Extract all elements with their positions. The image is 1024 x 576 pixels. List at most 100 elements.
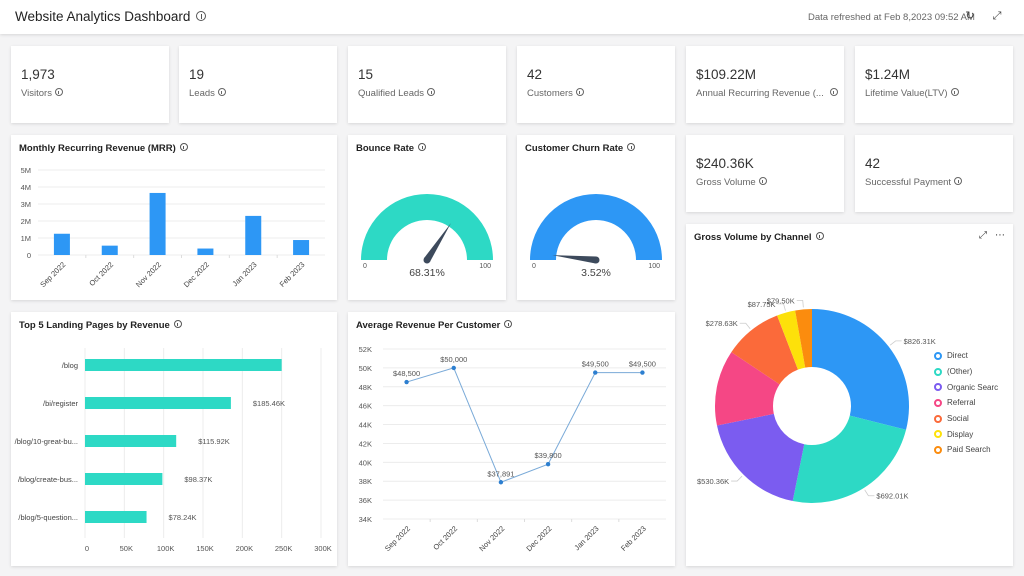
bounce-rate-card: Bounce Rate 0 100 68.31% (348, 135, 506, 300)
x-tick-label: Oct 2022 (431, 524, 459, 552)
arpc-line-chart: 34K 36K 38K 40K 42K 44K 46K 48K 50K 52K $48,500 Sep… (359, 345, 666, 553)
bar (85, 397, 231, 409)
legend-marker-icon (934, 383, 942, 392)
legend-marker-icon (934, 430, 942, 439)
data-label: $37,891 (487, 469, 514, 478)
x-tick-label: Feb 2023 (619, 524, 648, 553)
donut-slice (716, 413, 805, 502)
label-connector (739, 322, 751, 329)
legend-item[interactable]: Display (934, 426, 998, 442)
kpi-card-successful-payment[interactable]: 42 Successful Payment (855, 135, 1013, 212)
bar (101, 245, 118, 255)
x-tick-label: Sep 2022 (383, 524, 412, 553)
label-connector (864, 489, 875, 497)
data-point (640, 370, 645, 375)
legend-item[interactable]: Referral (934, 395, 998, 411)
donut-slice (812, 309, 909, 430)
gauge-arc (530, 194, 662, 260)
info-icon[interactable] (217, 88, 226, 97)
mrr-bar-chart: 0 1M 2M 3M 4M 5M Sep 2022 Oct 2022 Nov 2022 Dec 2… (21, 166, 325, 289)
data-label: $530.36K (697, 477, 729, 486)
data-label: $49,500 (582, 360, 609, 369)
data-label: $278.63K (706, 319, 738, 328)
gauge-max-label: 100 (648, 263, 660, 270)
kpi-value: 42 (527, 67, 543, 82)
bar (293, 240, 310, 255)
x-tick-label: 0 (85, 544, 89, 553)
kpi-label: Successful Payment (865, 177, 963, 188)
info-icon[interactable] (54, 88, 63, 97)
y-tick-label: /bi/register (43, 399, 79, 408)
x-tick-label: Sep 2022 (38, 260, 67, 289)
y-tick-label: 46K (359, 402, 372, 411)
dashboard-title: Website Analytics Dashboard (15, 9, 207, 24)
y-tick-label: /blog/10-great-bu... (15, 437, 78, 446)
legend-label: Display (947, 429, 974, 439)
x-tick-label: Feb 2023 (278, 260, 307, 289)
kpi-card-qualified-leads[interactable]: 15 Qualified Leads (348, 46, 506, 123)
gauge-needle-hub (592, 256, 600, 264)
bar (245, 215, 262, 255)
donut-slice (792, 415, 907, 503)
gauge-min-label: 0 (532, 263, 536, 270)
refresh-icon[interactable]: ↻ (963, 9, 977, 23)
kpi-card-leads[interactable]: 19 Leads (179, 46, 337, 123)
info-icon[interactable] (950, 88, 959, 97)
info-icon[interactable] (829, 88, 838, 97)
legend-marker-icon (934, 398, 942, 407)
y-tick-label: 1M (21, 234, 31, 243)
gauge-needle (552, 255, 597, 264)
legend-label: Paid Search (947, 445, 991, 455)
y-tick-label: 50K (359, 364, 372, 373)
legend-marker-icon (934, 445, 942, 454)
legend-item[interactable]: Organic Searc (934, 379, 998, 395)
collapse-icon[interactable]: ⤢ (990, 9, 1004, 23)
x-tick-label: 150K (196, 544, 214, 553)
info-icon[interactable] (954, 177, 963, 186)
kpi-label: Annual Recurring Revenue (... (696, 88, 838, 99)
info-icon[interactable] (196, 10, 207, 21)
bar (85, 473, 163, 485)
kpi-value: 19 (189, 67, 205, 82)
data-label: $185.46K (253, 399, 285, 408)
legend-item[interactable]: Paid Search (934, 442, 998, 458)
legend-item[interactable]: (Other) (934, 364, 998, 380)
landing-pages-card: Top 5 Landing Pages by Revenue 0 50K 100K 1… (11, 312, 337, 566)
y-tick-label: 38K (359, 477, 372, 486)
x-tick-label: Jan 2023 (572, 524, 600, 552)
label-connector (731, 475, 743, 482)
gauge-needle (424, 223, 451, 262)
top-bar: Website Analytics Dashboard Data refresh… (0, 0, 1024, 34)
y-tick-label: /blog/5-question... (18, 513, 78, 522)
landing-pages-bar-chart: 0 50K 100K 150K 200K 250K 300K/blog/bi/registe… (15, 348, 332, 553)
x-tick-label: Nov 2022 (477, 524, 506, 553)
info-icon[interactable] (758, 177, 767, 186)
label-connector (796, 300, 804, 308)
data-label: $49,500 (629, 360, 656, 369)
kpi-card-arr[interactable]: $109.22M Annual Recurring Revenue (... (686, 46, 844, 123)
y-tick-label: 5M (21, 166, 31, 175)
y-tick-label: 42K (359, 439, 372, 448)
kpi-card-ltv[interactable]: $1.24M Lifetime Value(LTV) (855, 46, 1013, 123)
kpi-value: 42 (865, 156, 881, 171)
gauge-max-label: 100 (479, 263, 491, 270)
kpi-value: $1.24M (865, 67, 911, 82)
kpi-card-gross-volume[interactable]: $240.36K Gross Volume (686, 135, 844, 212)
x-tick-label: 50K (120, 544, 133, 553)
y-tick-label: 4M (21, 183, 31, 192)
mrr-card: Monthly Recurring Revenue (MRR) 0 1M 2M 3M 4… (11, 135, 337, 300)
y-tick-label: 34K (359, 515, 372, 524)
info-icon[interactable] (575, 88, 584, 97)
legend-item[interactable]: Direct (934, 348, 998, 364)
x-tick-label: Nov 2022 (134, 260, 163, 289)
x-tick-label: 100K (157, 544, 175, 553)
legend-item[interactable]: Social (934, 411, 998, 427)
label-connector (889, 340, 902, 346)
info-icon[interactable] (427, 88, 436, 97)
kpi-value: $240.36K (696, 156, 754, 171)
kpi-label: Customers (527, 88, 584, 99)
kpi-card-customers[interactable]: 42 Customers (517, 46, 675, 123)
series-line (406, 367, 643, 483)
kpi-card-visitors[interactable]: 1,973 Visitors (11, 46, 169, 123)
data-label: $115.92K (198, 437, 230, 446)
